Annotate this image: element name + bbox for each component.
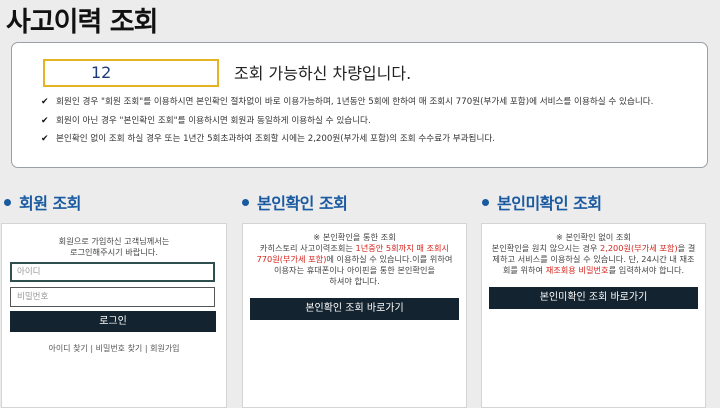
noverify-text: 회를 위하여 bbox=[502, 265, 546, 275]
verify-highlight: 1년중안 5회까지 매 조회시 bbox=[355, 243, 450, 253]
notice-list: ✔ 회원인 경우 "회원 조회"를 이용하시면 본인확인 절차없이 바로 이용가능… bbox=[40, 96, 700, 152]
verify-lookup-button[interactable]: 본인확인 조회 바로가기 bbox=[250, 298, 459, 320]
verify-highlight: 770원(부가세 포함) bbox=[256, 254, 327, 264]
find-password-link[interactable]: 비밀번호 찾기 bbox=[96, 344, 143, 353]
find-id-link[interactable]: 아이디 찾기 bbox=[48, 344, 87, 353]
bullet-icon bbox=[4, 199, 11, 206]
id-input[interactable]: 아이디 bbox=[10, 262, 215, 282]
noverify-description: ※ 본인확인 없이 조회 본인확인을 원치 않으시는 경우 2,200원(부가세… bbox=[482, 232, 705, 276]
noverify-heading: ※ 본인확인 없이 조회 bbox=[556, 232, 631, 242]
verify-line: 하셔야 합니다. bbox=[329, 276, 380, 286]
verify-line: 이용자는 휴대폰이나 아이핀을 통한 본인확인을 bbox=[273, 265, 436, 275]
lookup-status-text: 조회 가능하신 차량입니다. bbox=[234, 64, 412, 83]
noverify-highlight: 2,200원(부가세 포함) bbox=[600, 243, 678, 253]
check-icon: ✔ bbox=[41, 115, 49, 126]
noverify-panel: ※ 본인확인 없이 조회 본인확인을 원치 않으시는 경우 2,200원(부가세… bbox=[481, 223, 706, 408]
bullet-icon bbox=[482, 199, 489, 206]
notice-item: ✔ 회원이 아닌 경우 "본인확인 조회"를 이용하시면 회원과 동일하게 이용하… bbox=[40, 115, 700, 128]
member-panel: 회원으로 가입하신 고객님께서는 로그인해주시기 바랍니다. 아이디 비밀번호 … bbox=[1, 223, 227, 408]
member-title-text: 회원 조회 bbox=[19, 194, 81, 213]
link-separator: | bbox=[144, 344, 148, 353]
check-icon: ✔ bbox=[41, 134, 49, 144]
member-intro-line: 회원으로 가입하신 고객님께서는 bbox=[58, 236, 170, 246]
noverify-line: 본인확인을 원치 않으시는 경우 2,200원(부가세 포함)을 결 bbox=[482, 243, 705, 254]
noverify-lookup-button[interactable]: 본인미확인 조회 바로가기 bbox=[489, 287, 698, 309]
info-box: 12 조회 가능하신 차량입니다. ✔ 회원인 경우 "회원 조회"를 이용하시면… bbox=[11, 42, 708, 168]
noverify-line: 제하고 서비스를 이용하실 수 있습니다. 단, 24시간 내 재조 bbox=[492, 254, 695, 264]
verify-heading: ※ 본인확인을 통한 조회 bbox=[313, 232, 396, 242]
verify-description: ※ 본인확인을 통한 조회 카히스토리 사고이력조회는 1년중안 5회까지 매 … bbox=[243, 232, 466, 287]
check-icon: ✔ bbox=[41, 97, 49, 107]
bullet-icon bbox=[242, 199, 249, 206]
noverify-text: 을 결 bbox=[677, 243, 696, 253]
account-links: 아이디 찾기 | 비밀번호 찾기 | 회원가입 bbox=[2, 343, 226, 354]
verify-title-text: 본인확인 조회 bbox=[257, 194, 348, 213]
member-intro: 회원으로 가입하신 고객님께서는 로그인해주시기 바랍니다. bbox=[2, 236, 226, 258]
verify-line: 카히스토리 사고이력조회는 1년중안 5회까지 매 조회시 bbox=[243, 243, 466, 254]
noverify-section-title: 본인미확인 조회 bbox=[482, 190, 602, 214]
verify-panel: ※ 본인확인을 통한 조회 카히스토리 사고이력조회는 1년중안 5회까지 매 … bbox=[242, 223, 467, 408]
noverify-text: 본인확인을 원치 않으시는 경우 bbox=[491, 243, 601, 253]
noverify-highlight: 재조회용 비밀번호 bbox=[545, 265, 609, 275]
car-count-box: 12 bbox=[43, 59, 219, 87]
notice-text: 본인확인 없이 조회 하실 경우 또는 1년간 5회초과하여 조회할 시에는 2… bbox=[56, 134, 496, 144]
password-input[interactable]: 비밀번호 bbox=[10, 287, 215, 307]
notice-item: ✔ 본인확인 없이 조회 하실 경우 또는 1년간 5회초과하여 조회할 시에는 … bbox=[40, 133, 700, 146]
noverify-title-text: 본인미확인 조회 bbox=[497, 194, 602, 213]
page-title: 사고이력 조회 bbox=[6, 7, 158, 38]
verify-line: 770원(부가세 포함)에 이용하실 수 있습니다.이를 위하여 bbox=[243, 254, 466, 265]
member-intro-line: 로그인해주시기 바랍니다. bbox=[69, 247, 159, 257]
login-button[interactable]: 로그인 bbox=[10, 311, 216, 332]
verify-text: 에 이용하실 수 있습니다.이를 위하여 bbox=[326, 254, 453, 264]
notice-item: ✔ 회원인 경우 "회원 조회"를 이용하시면 본인확인 절차없이 바로 이용가능… bbox=[40, 96, 700, 109]
link-separator: | bbox=[90, 344, 94, 353]
member-section-title: 회원 조회 bbox=[4, 190, 81, 214]
notice-text: 회원이 아닌 경우 "본인확인 조회"를 이용하시면 회원과 동일하게 이용하실… bbox=[56, 115, 371, 126]
noverify-text: 를 입력하셔야 합니다. bbox=[608, 265, 685, 275]
verify-section-title: 본인확인 조회 bbox=[242, 190, 348, 214]
notice-text: 회원인 경우 "회원 조회"를 이용하시면 본인확인 절차없이 바로 이용가능하… bbox=[56, 97, 654, 107]
signup-link[interactable]: 회원가입 bbox=[150, 344, 179, 353]
noverify-line: 회를 위하여 재조회용 비밀번호를 입력하셔야 합니다. bbox=[482, 265, 705, 276]
verify-text: 카히스토리 사고이력조회는 bbox=[259, 243, 356, 253]
